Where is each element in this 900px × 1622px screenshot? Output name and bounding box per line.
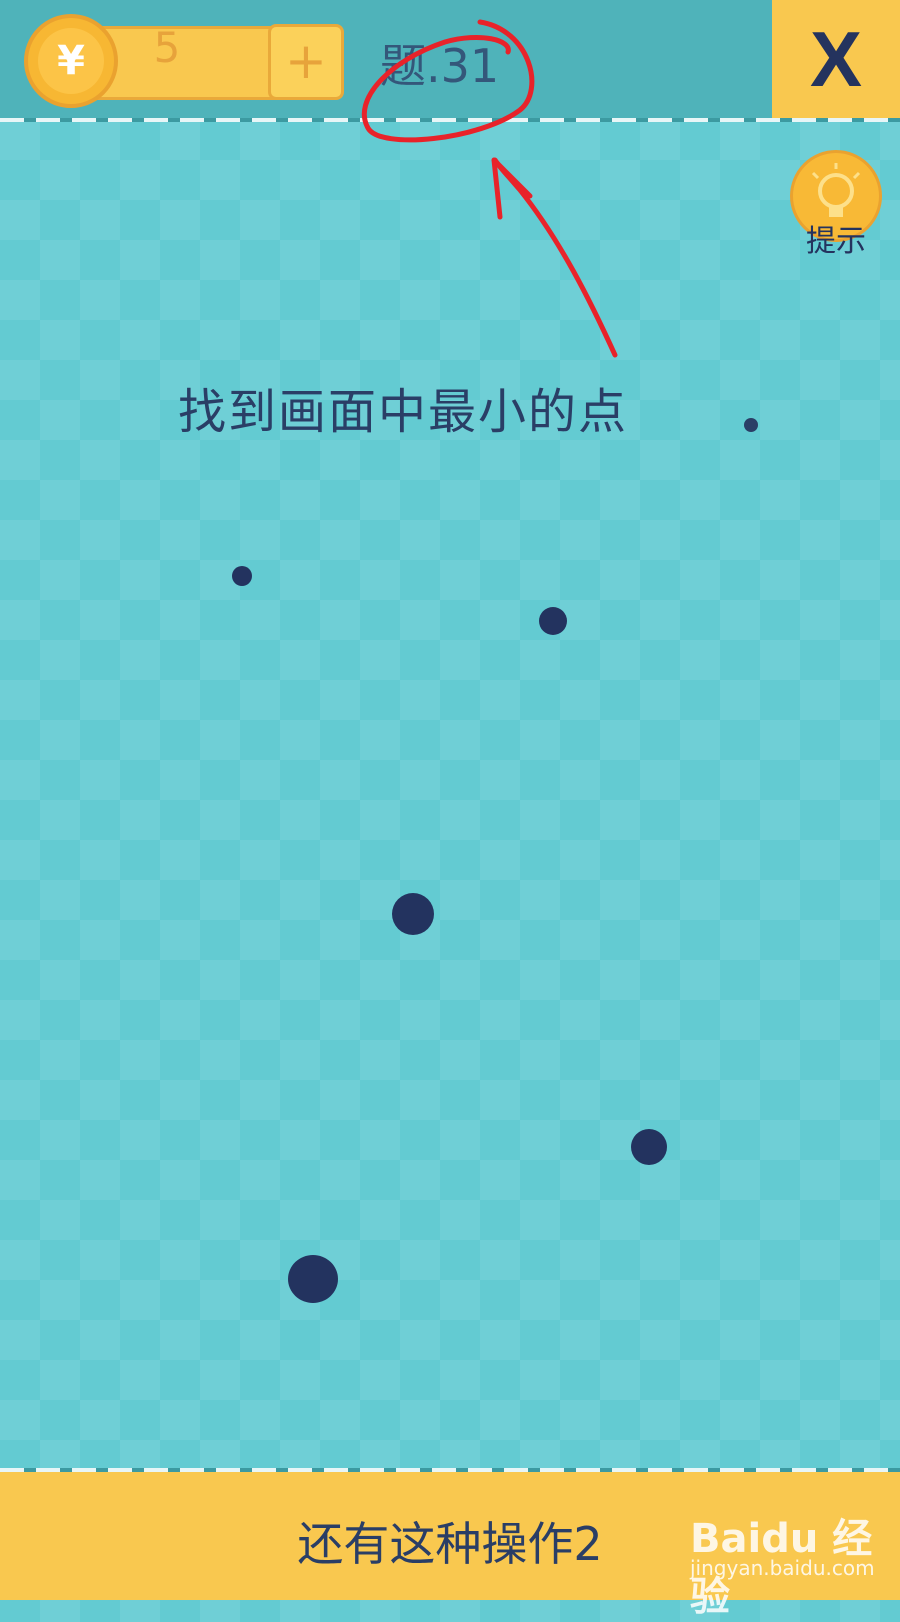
dot-4[interactable] — [631, 1129, 667, 1165]
coin-symbol: ¥ — [38, 28, 104, 94]
add-coins-button[interactable]: + — [268, 24, 344, 100]
red-annotation — [361, 19, 618, 358]
close-icon: X — [809, 15, 863, 103]
top-divider — [0, 118, 900, 122]
instruction-text: 找到画面中最小的点 — [178, 384, 629, 440]
plus-icon: + — [285, 32, 327, 90]
coin-count: 5 — [153, 23, 181, 72]
level-label: 题.31 — [380, 39, 500, 93]
hint-label: 提示 — [806, 224, 866, 259]
watermark-url: jingyan.baidu.com — [690, 1556, 875, 1580]
hint-button[interactable]: 提示 — [786, 150, 886, 260]
dot-5[interactable] — [288, 1255, 338, 1303]
dot-2[interactable] — [539, 607, 567, 635]
baidu-watermark: Baidu 经验 jingyan.baidu.com — [690, 1500, 890, 1620]
dot-1[interactable] — [232, 566, 252, 586]
coin-counter: 5 ¥ + — [24, 14, 354, 110]
yen-coin-icon: ¥ — [24, 14, 118, 108]
close-button[interactable]: X — [772, 0, 900, 118]
dot-3[interactable] — [392, 893, 434, 935]
instruction-dot — [744, 418, 758, 432]
